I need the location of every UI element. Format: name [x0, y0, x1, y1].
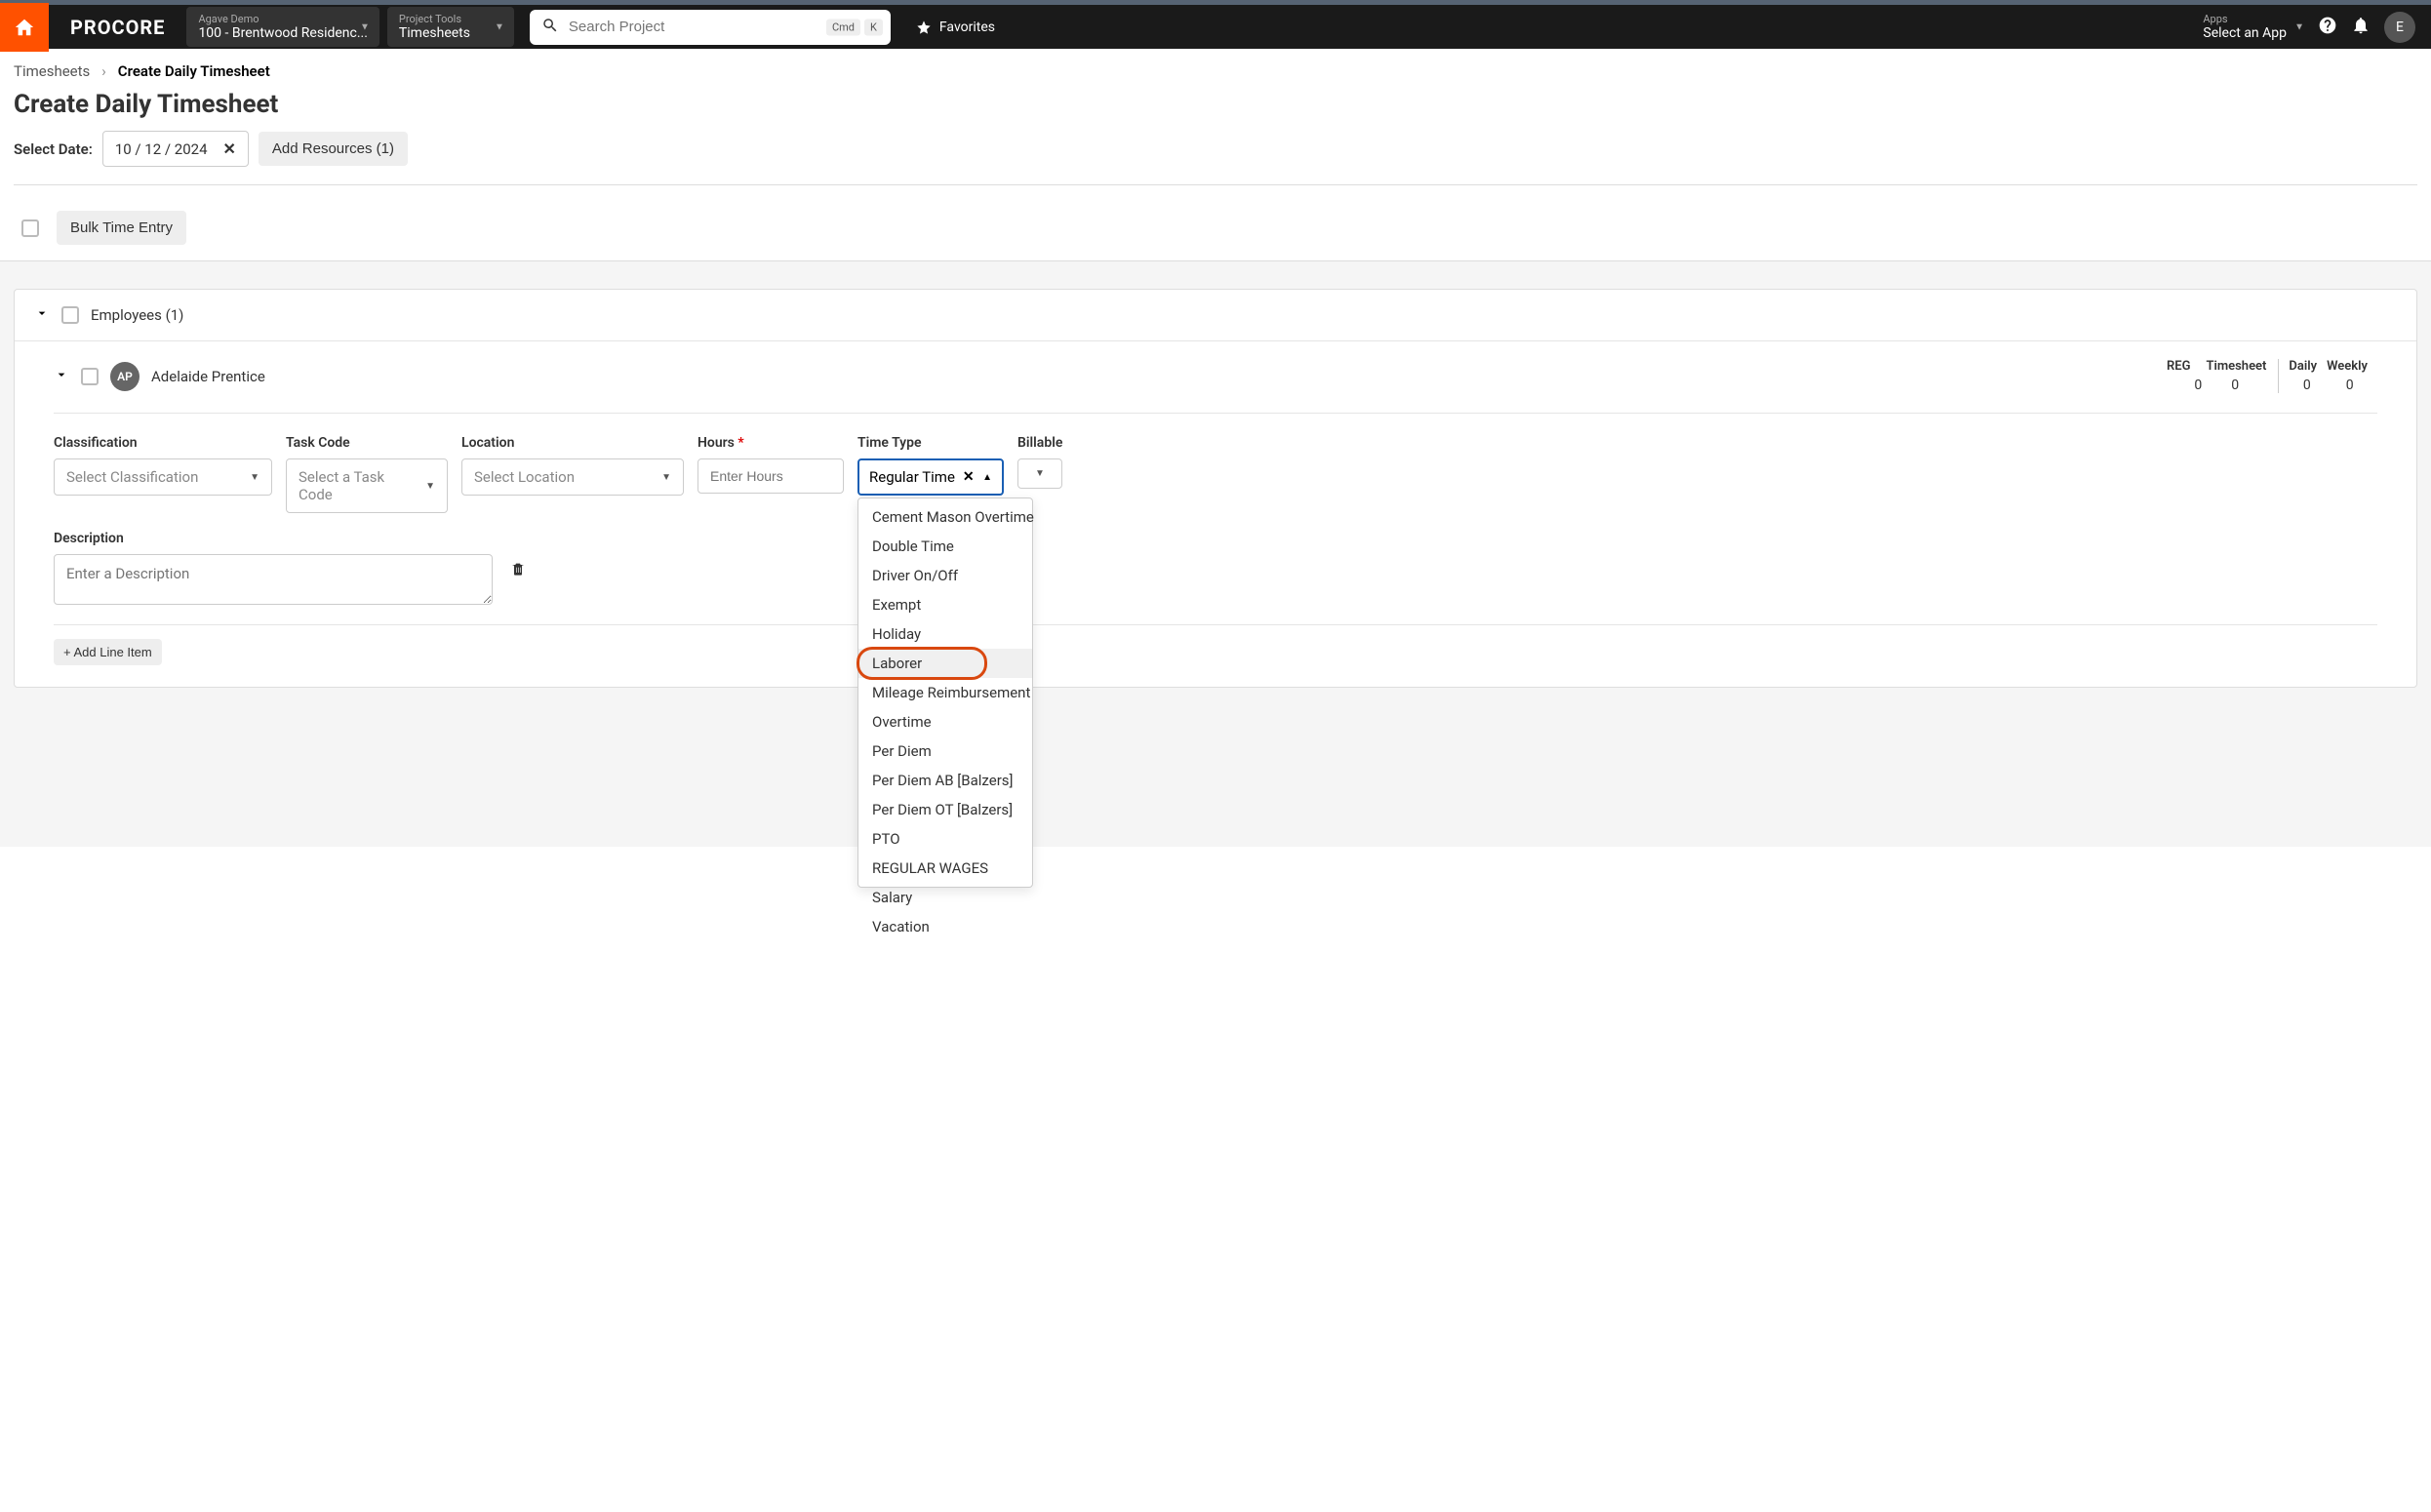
- time-type-option[interactable]: Salary: [858, 883, 1032, 912]
- reg-label: REG: [2167, 359, 2190, 374]
- classification-label: Classification: [54, 435, 272, 451]
- time-type-option[interactable]: Per Diem: [858, 736, 1032, 766]
- time-type-value: Regular Time: [869, 468, 955, 486]
- section-checkbox[interactable]: [61, 306, 79, 324]
- apps-selector[interactable]: Apps Select an App ▼: [2195, 9, 2304, 45]
- employee-avatar: AP: [110, 362, 139, 391]
- task-code-placeholder: Select a Task Code: [299, 468, 418, 503]
- time-type-select[interactable]: Regular Time ✕ ▲: [857, 458, 1004, 496]
- breadcrumb: Timesheets › Create Daily Timesheet: [0, 49, 2431, 90]
- home-button[interactable]: [0, 3, 49, 52]
- caret-down-icon: ▼: [360, 21, 370, 32]
- billable-select[interactable]: ▼: [1017, 458, 1062, 489]
- employee-checkbox[interactable]: [81, 368, 99, 385]
- employee-toggle[interactable]: [54, 367, 69, 386]
- add-line-item-button[interactable]: + Add Line Item: [54, 639, 162, 665]
- weekly-value: 0: [2346, 378, 2354, 393]
- time-type-label: Time Type: [857, 435, 1004, 451]
- page-title: Create Daily Timesheet: [14, 90, 2417, 119]
- hours-label: Hours *: [697, 435, 844, 451]
- time-type-dropdown: Cement Mason OvertimeDouble TimeDriver O…: [857, 497, 1033, 888]
- daily-label: Daily: [2289, 359, 2317, 374]
- weekly-label: Weekly: [2327, 359, 2368, 374]
- tools-label: Project Tools: [399, 13, 502, 25]
- apps-value: Select an App: [2203, 25, 2287, 41]
- location-select[interactable]: Select Location ▼: [461, 458, 684, 496]
- time-type-option[interactable]: Per Diem OT [Balzers]: [858, 795, 1032, 824]
- clear-time-type-icon[interactable]: ✕: [963, 469, 975, 485]
- reg-value: 0: [2194, 378, 2202, 393]
- time-type-option[interactable]: Mileage Reimbursement: [858, 678, 1032, 707]
- favorites-label: Favorites: [939, 20, 995, 35]
- description-textarea[interactable]: [54, 554, 493, 605]
- user-avatar[interactable]: E: [2384, 12, 2415, 43]
- task-code-label: Task Code: [286, 435, 448, 451]
- tools-selector[interactable]: Project Tools Timesheets ▼: [387, 7, 514, 47]
- date-value: 10 / 12 / 2024: [115, 140, 208, 158]
- location-label: Location: [461, 435, 684, 451]
- chevron-down-icon: [54, 367, 69, 382]
- tools-value: Timesheets: [399, 25, 470, 41]
- description-label: Description: [54, 531, 493, 546]
- delete-line-button[interactable]: [510, 560, 526, 581]
- clear-date-icon[interactable]: ✕: [223, 139, 236, 158]
- trash-icon: [510, 560, 526, 577]
- time-type-option[interactable]: Double Time: [858, 532, 1032, 561]
- project-label: Agave Demo: [198, 13, 367, 25]
- time-type-option[interactable]: Vacation: [858, 912, 1032, 941]
- section-toggle[interactable]: [34, 305, 50, 325]
- bulk-time-entry-button[interactable]: Bulk Time Entry: [57, 211, 186, 245]
- hours-input[interactable]: [697, 458, 844, 494]
- timesheet-value: 0: [2231, 378, 2239, 393]
- notifications-button[interactable]: [2351, 16, 2371, 39]
- project-value: 100 - Brentwood Residenc...: [198, 25, 367, 41]
- home-icon: [14, 17, 35, 38]
- timesheet-label: Timesheet: [2206, 359, 2266, 374]
- location-placeholder: Select Location: [474, 468, 575, 486]
- employee-name: Adelaide Prentice: [151, 368, 265, 385]
- caret-down-icon: ▼: [250, 472, 259, 483]
- add-resources-button[interactable]: Add Resources (1): [259, 132, 408, 166]
- apps-label: Apps: [2203, 13, 2287, 25]
- classification-select[interactable]: Select Classification ▼: [54, 458, 272, 496]
- caret-up-icon: ▲: [982, 472, 992, 483]
- billable-label: Billable: [1017, 435, 1062, 451]
- time-type-option[interactable]: Overtime: [858, 707, 1032, 736]
- time-type-option[interactable]: Cement Mason Overtime: [858, 502, 1032, 532]
- time-type-option[interactable]: Holiday: [858, 619, 1032, 649]
- search-shortcut: Cmd K: [826, 19, 883, 35]
- daily-value: 0: [2303, 378, 2311, 393]
- date-label: Select Date:: [14, 140, 93, 158]
- breadcrumb-parent[interactable]: Timesheets: [14, 62, 90, 80]
- chevron-right-icon: ›: [101, 62, 106, 80]
- chevron-down-icon: [34, 305, 50, 321]
- help-button[interactable]: [2318, 16, 2337, 39]
- time-type-option[interactable]: PTO: [858, 824, 1032, 854]
- favorites-button[interactable]: Favorites: [916, 20, 995, 35]
- date-input[interactable]: 10 / 12 / 2024 ✕: [102, 131, 249, 167]
- time-type-option[interactable]: REGULAR WAGES: [858, 854, 1032, 883]
- classification-placeholder: Select Classification: [66, 468, 198, 486]
- time-type-option[interactable]: Laborer: [858, 649, 1032, 678]
- caret-down-icon: ▼: [425, 481, 435, 492]
- time-type-option[interactable]: Per Diem AB [Balzers]: [858, 766, 1032, 795]
- caret-down-icon: ▼: [1035, 468, 1045, 479]
- star-icon: [916, 20, 932, 35]
- task-code-select[interactable]: Select a Task Code ▼: [286, 458, 448, 513]
- caret-down-icon: ▼: [661, 472, 671, 483]
- time-type-option[interactable]: Driver On/Off: [858, 561, 1032, 590]
- search-icon: [541, 17, 559, 38]
- help-icon: [2318, 16, 2337, 35]
- select-all-checkbox[interactable]: [21, 219, 39, 237]
- project-selector[interactable]: Agave Demo 100 - Brentwood Residenc... ▼: [186, 7, 379, 47]
- caret-down-icon: ▼: [2294, 21, 2304, 32]
- breadcrumb-current: Create Daily Timesheet: [118, 62, 270, 80]
- section-label: Employees (1): [91, 306, 183, 324]
- caret-down-icon: ▼: [495, 21, 504, 32]
- time-type-option[interactable]: Exempt: [858, 590, 1032, 619]
- bell-icon: [2351, 16, 2371, 35]
- highlight-ring: [857, 647, 987, 680]
- logo: PROCORE: [49, 16, 186, 39]
